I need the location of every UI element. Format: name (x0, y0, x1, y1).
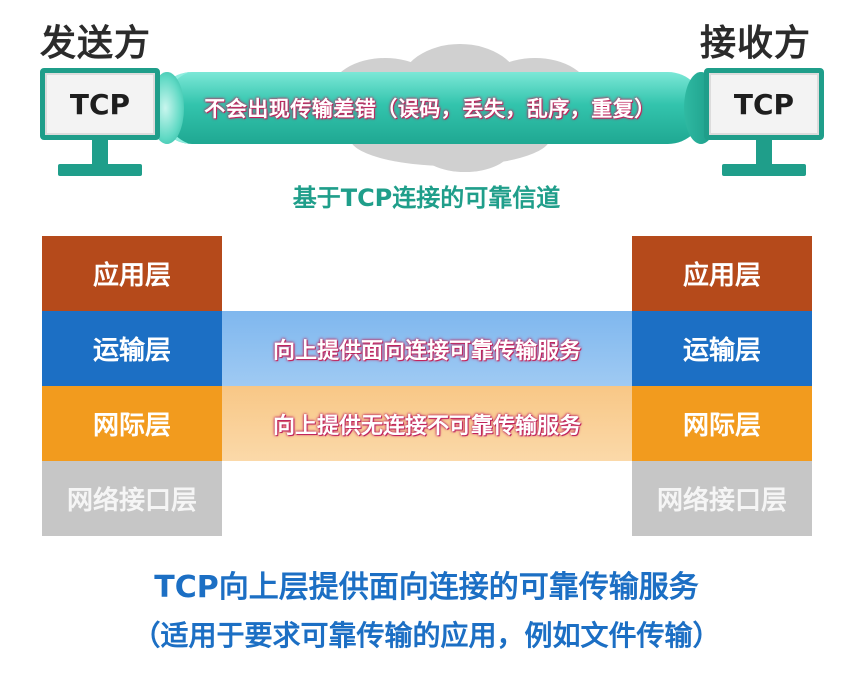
sender-internet-layer: 网际层 (42, 386, 222, 461)
summary-line-2: （适用于要求可靠传输的应用，例如文件传输） (132, 619, 721, 652)
receiver-screen: TCP (704, 68, 824, 140)
sender-transport-layer: 运输层 (42, 311, 222, 386)
receiver-internet-layer: 网际层 (632, 386, 812, 461)
receiver-label: 接收方 (700, 23, 812, 64)
sender-link-layer: 网络接口层 (42, 461, 222, 536)
receiver-application-layer: 应用层 (632, 236, 812, 311)
sender-label: 发送方 (40, 23, 152, 64)
internet-service-text: 向上提供无连接不可靠传输服务 (272, 413, 581, 439)
pipe-text: 不会出现传输差错（误码，丢失，乱序，重复） (204, 97, 656, 121)
receiver-layer-stack: 应用层 运输层 网际层 网络接口层 (632, 236, 812, 536)
internet-service-band: 向上提供无连接不可靠传输服务 (222, 386, 632, 461)
sender-screen: TCP (40, 68, 160, 140)
transport-service-band: 向上提供面向连接可靠传输服务 (222, 311, 632, 386)
sender-layer-stack: 应用层 运输层 网际层 网络接口层 (42, 236, 222, 536)
sender-application-layer: 应用层 (42, 236, 222, 311)
summary-line-1: TCP向上层提供面向连接的可靠传输服务 (154, 570, 699, 605)
reliable-channel-pipe: 不会出现传输差错（误码，丢失，乱序，重复） (156, 72, 704, 144)
receiver-link-layer: 网络接口层 (632, 461, 812, 536)
receiver-transport-layer: 运输层 (632, 311, 812, 386)
channel-caption: 基于TCP连接的可靠信道 (292, 184, 561, 212)
sender-computer-icon: TCP (40, 68, 160, 180)
receiver-computer-icon: TCP (704, 68, 824, 180)
transport-service-text: 向上提供面向连接可靠传输服务 (272, 338, 581, 364)
